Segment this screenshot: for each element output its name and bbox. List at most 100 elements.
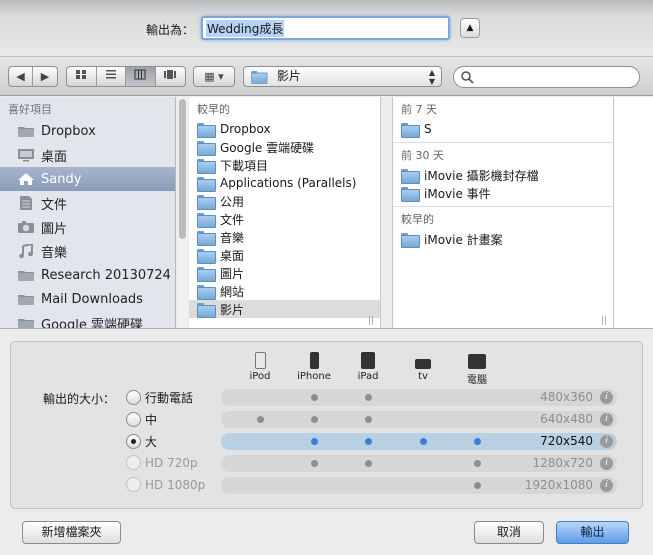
compatibility-dot [365,460,372,467]
folder-row[interactable]: 影片 [189,300,380,318]
size-option[interactable]: 大 [126,433,157,450]
folder-name: 公用 [220,194,245,209]
folder-row[interactable]: Dropbox [189,120,380,138]
folder-row[interactable]: iMovie 事件 [393,184,613,202]
location-popup[interactable]: 影片 ▲ ▼ [243,66,442,87]
size-radio[interactable] [126,390,141,405]
search-icon [461,71,474,84]
group-heading: 較早的 [393,206,613,230]
finder-toolbar: ◀ ▶ ▦ ▾ 影片 ▲ ▼ [0,56,653,96]
forward-icon[interactable]: ▶ [33,67,57,86]
folder-row[interactable]: iMovie 攝影機封存檔 [393,166,613,184]
compatibility-dot [311,416,318,423]
folder-row[interactable]: 文件 [189,210,380,228]
column-view-icon[interactable] [126,67,156,86]
folder-row[interactable]: 圖片 [189,264,380,282]
sidebar-item-label: Dropbox [41,123,96,139]
sidebar-item-label: 文件 [41,197,68,213]
folder-row[interactable]: 公用 [189,192,380,210]
search-field[interactable] [453,66,640,88]
folder-row[interactable]: 音樂 [189,228,380,246]
sidebar-item-label: 桌面 [41,149,68,165]
column-resize-handle[interactable]: || [601,316,607,326]
sidebar-item[interactable]: Google 雲端硬碟 [0,311,175,328]
sidebar-item-label: Research 20130724 [41,267,171,283]
folder-name: Dropbox [220,122,271,136]
compatibility-dot [311,460,318,467]
folder-row[interactable]: S [393,120,613,138]
folder-name: 圖片 [220,266,245,281]
sidebar-item-label: 圖片 [41,221,68,237]
compatibility-dot [474,460,481,467]
sidebar-item[interactable]: 文件 [0,191,175,215]
sidebar-item[interactable]: Research 20130724 [0,263,175,287]
folder-row[interactable]: 網站 [189,282,380,300]
sidebar-item-label: Sandy [41,171,82,187]
sidebar-item[interactable]: Mail Downloads [0,287,175,311]
sidebar-heading: 喜好項目 [8,103,52,116]
folder-row[interactable]: iMovie 計畫案 [393,230,613,248]
folder-row[interactable]: 下載項目 [189,156,380,174]
column-resize-handle[interactable]: || [368,316,374,326]
cover-flow-icon[interactable] [156,67,185,86]
search-input[interactable] [477,70,628,84]
size-radio [126,477,141,492]
folder-name: iMovie 事件 [424,186,491,201]
export-button[interactable]: 輸出 [556,521,629,544]
folder-name: 影片 [220,302,245,317]
size-radio[interactable] [126,434,141,449]
folder-row[interactable]: Applications (Parallels) [189,174,380,192]
folder-icon [197,194,216,210]
device-column: iPhone [294,352,334,382]
sidebar-item[interactable]: Sandy [0,167,175,191]
compatibility-dot [474,482,481,489]
folder-icon [197,122,216,138]
filename-field[interactable]: Wedding成長 [201,16,450,40]
device-column: tv [403,352,443,382]
sidebar-item[interactable]: 桌面 [0,143,175,167]
home-icon [17,172,35,186]
folder-row[interactable]: Google 雲端硬碟 [189,138,380,156]
info-icon[interactable]: i [600,413,613,426]
ipod-icon [254,352,266,369]
browser-column-1: 較早的 Dropbox Google 雲端硬碟 下載項目 Applications (… [189,97,381,328]
desktop-icon [17,148,35,162]
folder-icon [197,230,216,246]
info-icon[interactable]: i [600,457,613,470]
new-folder-button[interactable]: 新增檔案夾 [22,521,121,544]
size-option[interactable]: 行動電話 [126,389,193,406]
folder-name: 文件 [220,212,245,227]
back-icon[interactable]: ◀ [9,67,33,86]
icon-view-icon[interactable] [67,67,97,86]
folder-icon [197,158,216,174]
info-icon[interactable]: i [600,479,613,492]
resolution-label: 1280x720 [532,456,593,470]
folder-row[interactable]: 桌面 [189,246,380,264]
browser-column-2: 前 7 天 S 前 30 天 iMovie 攝影機封存檔 iMovie 事件 較早的 iMo… [392,97,614,328]
device-label: iPod [249,371,271,382]
filename-value[interactable]: Wedding成長 [206,20,285,37]
folder-icon [17,292,35,306]
size-compatibility-bar: 640x480 i [221,411,617,428]
size-compatibility-bar: 1280x720 i [221,455,617,472]
sidebar-item[interactable]: 音樂 [0,239,175,263]
folder-icon [197,266,216,282]
folder-icon [197,248,216,264]
info-icon[interactable]: i [600,435,613,448]
size-option[interactable]: 中 [126,411,157,428]
cancel-button[interactable]: 取消 [474,521,544,544]
folder-icon [197,284,216,300]
export-size-label: 輸出的大小： [43,392,116,406]
compatibility-dot [365,438,372,445]
size-radio[interactable] [126,412,141,427]
sidebar-item[interactable]: 圖片 [0,215,175,239]
size-option-label: HD 1080p [145,477,206,492]
collapse-dialog-button[interactable]: ▲ [460,18,480,38]
folder-name: 網站 [220,284,245,299]
arrange-button[interactable]: ▦ ▾ [193,66,235,87]
sidebar-scrollbar[interactable] [178,97,188,328]
list-view-icon[interactable] [97,67,126,86]
info-icon[interactable]: i [600,391,613,404]
sidebar-item[interactable]: Dropbox [0,119,175,143]
size-radio [126,455,141,470]
